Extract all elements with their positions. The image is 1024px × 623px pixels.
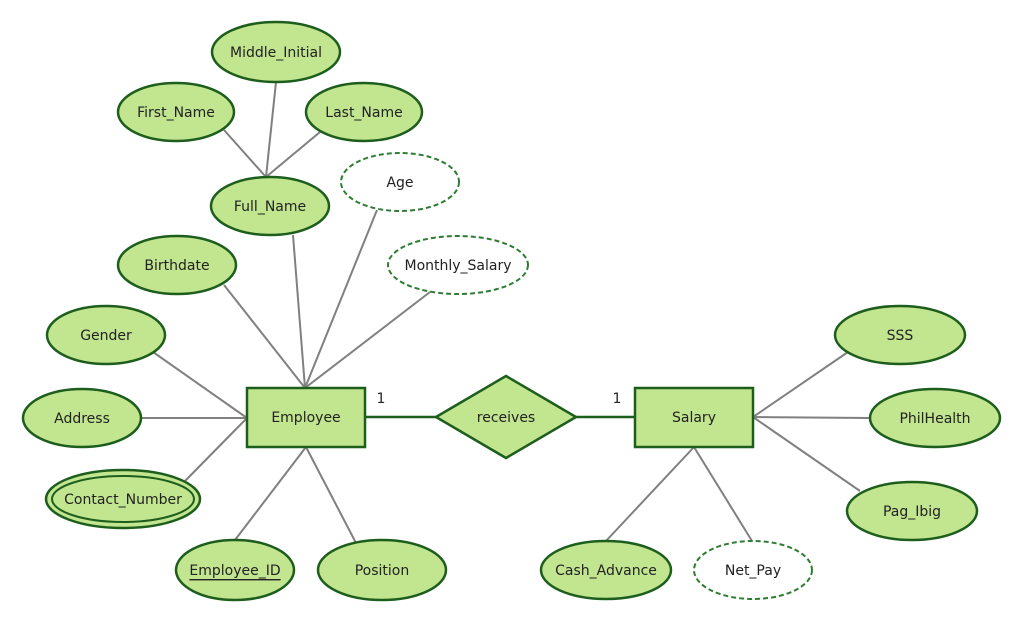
entity-label: Salary — [672, 410, 716, 426]
attribute-label: Monthly_Salary — [404, 258, 511, 274]
attribute-position[interactable]: Position — [316, 538, 448, 602]
relationship-receives[interactable]: receives — [433, 374, 579, 460]
attribute-cash-advance[interactable]: Cash_Advance — [539, 539, 673, 601]
attribute-label: Middle_Initial — [230, 45, 322, 61]
connectors — [141, 81, 871, 544]
relationship-label: receives — [477, 410, 535, 426]
attribute-philhealth[interactable]: PhilHealth — [868, 387, 1002, 449]
entity-label: Employee — [271, 410, 340, 426]
attribute-label: Age — [386, 175, 413, 191]
attribute-pag-ibig[interactable]: Pag_Ibig — [845, 480, 979, 542]
cardinality-left: 1 — [377, 391, 386, 407]
attribute-label: Cash_Advance — [555, 563, 657, 579]
attribute-sss[interactable]: SSS — [833, 304, 967, 366]
attribute-label: Birthdate — [144, 258, 209, 274]
attribute-gender[interactable]: Gender — [45, 304, 167, 366]
entity-salary[interactable]: Salary — [633, 386, 755, 449]
attribute-birthdate[interactable]: Birthdate — [116, 234, 238, 296]
multivalued-attribute-contact-number[interactable]: Contact_Number — [44, 468, 202, 530]
attribute-last-name[interactable]: Last_Name — [304, 81, 424, 143]
attribute-middle-initial[interactable]: Middle_Initial — [210, 20, 342, 84]
entity-employee[interactable]: Employee — [245, 386, 367, 449]
attribute-label: Position — [355, 563, 410, 579]
attribute-label: Address — [54, 411, 110, 427]
attribute-label: Net_Pay — [725, 563, 781, 579]
attribute-label: Full_Name — [234, 199, 306, 215]
derived-attribute-monthly-salary[interactable]: Monthly_Salary — [387, 235, 529, 295]
attribute-label: Pag_Ibig — [883, 504, 941, 520]
attribute-label: Last_Name — [325, 105, 402, 121]
derived-attribute-age[interactable]: Age — [340, 152, 460, 212]
attribute-label: SSS — [887, 328, 914, 344]
attribute-label: Contact_Number — [64, 492, 182, 508]
attribute-address[interactable]: Address — [21, 387, 143, 449]
attribute-full-name[interactable]: Full_Name — [209, 175, 331, 237]
key-attribute-employee-id[interactable]: Employee_ID — [174, 538, 296, 602]
attribute-label: Gender — [80, 328, 132, 344]
attribute-label: PhilHealth — [899, 411, 970, 427]
cardinality-right: 1 — [613, 391, 622, 407]
attribute-label: First_Name — [137, 105, 215, 121]
attribute-first-name[interactable]: First_Name — [116, 81, 236, 143]
er-diagram: Middle_Initial First_Name Last_Name Full… — [21, 20, 1002, 602]
attribute-label: Employee_ID — [189, 563, 280, 579]
derived-attribute-net-pay[interactable]: Net_Pay — [693, 540, 813, 600]
